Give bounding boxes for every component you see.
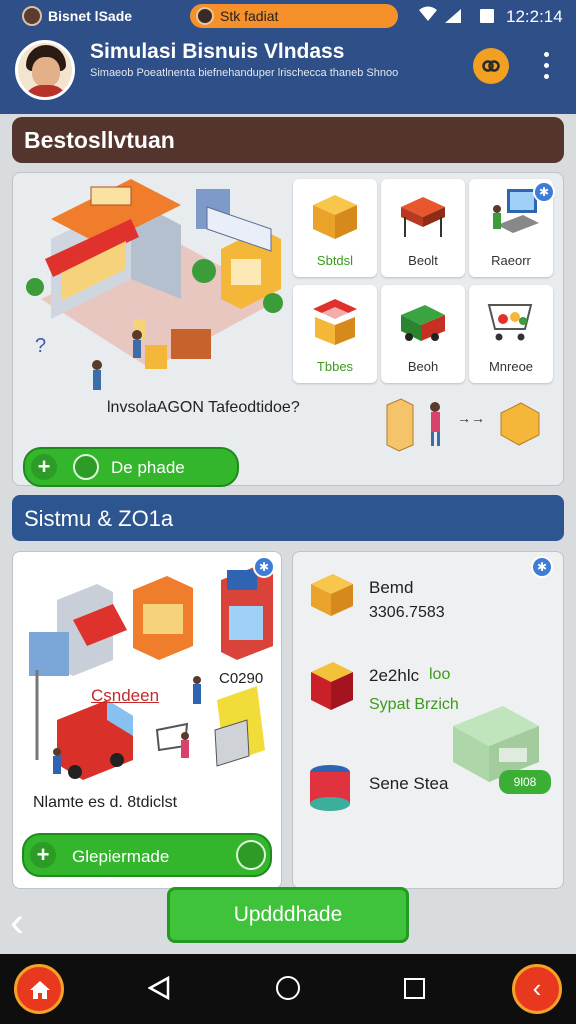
notification-pill[interactable]: Stk fadiat [190, 4, 398, 28]
app-header: Simulasi Bisnuis Vlndass Simaeob Poeatln… [0, 32, 576, 114]
link-icon [482, 60, 500, 72]
notification-avatar-icon [196, 7, 214, 25]
bluetooth-icon[interactable]: ✱ [533, 181, 555, 203]
page-subtitle: Simaeob Poeatlnenta biefnehanduper lrisc… [90, 67, 399, 79]
section-header-1: Bestosllvtuan [12, 117, 564, 163]
status-badge: 9l08 [499, 770, 551, 794]
truck-icon [401, 305, 445, 341]
market-caption: Nlamte es d. 8tdiclst [33, 794, 178, 811]
grid-label: Mnreoe [488, 359, 534, 374]
grid-label: Sbtdsl [316, 253, 354, 268]
avatar[interactable] [15, 40, 75, 100]
wifi-icon [418, 6, 438, 27]
panel-caption: lnvsolaAGON Tafeodtidoe? [107, 399, 300, 416]
grid-item-mnreoe[interactable]: Mnreoe [469, 285, 553, 383]
location-pin-icon [73, 454, 99, 480]
status-bar: Bisnet lSade Stk fadiat 12:2:14 [0, 0, 576, 32]
barrel-icon [310, 765, 350, 811]
business-panel: ? Sbtdsl Beolt Raeorr Tbbes Beoh Mnreoe … [12, 172, 564, 487]
shopping-cart-icon [487, 304, 533, 341]
help-icon[interactable]: ? [35, 335, 46, 358]
grid-item-tbbes[interactable]: Tbbes [293, 285, 377, 383]
box-icon [313, 195, 357, 239]
store-illustration [26, 179, 283, 390]
signal-icon [445, 9, 461, 23]
inventory-panel: ✱ Bemd 3306.7583 2e2hlc loo Sypat Brzich… [292, 551, 564, 889]
chevron-left-icon[interactable]: ‹ [512, 964, 562, 1014]
link-button[interactable] [473, 48, 509, 84]
bluetooth-icon[interactable]: ✱ [253, 556, 275, 578]
svg-text:→→: →→ [457, 410, 485, 426]
market-stall-icon [313, 299, 357, 345]
status-app-name: Bisnet lSade [48, 8, 133, 24]
upgrade-button[interactable]: + Glepiermade [22, 833, 272, 877]
inventory-item[interactable]: Bemd 3306.7583 [307, 570, 557, 630]
grid-item-beolt[interactable]: Beolt [381, 179, 465, 277]
grid-label: Raeorr [491, 253, 531, 268]
inventory-name: 2e2hlc [369, 666, 420, 685]
grid-label: Tbbes [316, 359, 354, 374]
section-title-1: Bestosllvtuan [24, 127, 175, 153]
check-icon [236, 840, 266, 870]
grid-item-beoh[interactable]: Beoh [381, 285, 465, 383]
grid-label: Beolt [408, 253, 438, 268]
red-crate-icon [311, 662, 353, 710]
update-button[interactable]: Updddhade [167, 887, 409, 943]
place-button[interactable]: + De phade [23, 447, 239, 487]
navigation-bar: ‹ [0, 954, 576, 1024]
page-title: Simulasi Bisnuis Vlndass [90, 40, 345, 63]
more-vertical-icon[interactable] [538, 52, 554, 82]
inventory-name-accent: loo [429, 666, 451, 683]
home-button[interactable] [14, 964, 64, 1014]
plus-icon: + [30, 842, 56, 868]
place-button-label: De phade [111, 458, 185, 477]
grid-item-sbtdsl[interactable]: Sbtdsl [293, 179, 377, 277]
grid-label: Beoh [407, 359, 439, 374]
upgrade-button-label: Glepiermade [72, 847, 170, 866]
home-icon [30, 981, 50, 999]
section-title-2: Sistmu & ZO1a [24, 506, 174, 531]
delivery-illustration: →→ [386, 398, 540, 452]
status-time: 12:2:14 [506, 7, 563, 26]
inventory-name: Bemd [369, 578, 414, 597]
notification-text: Stk fadiat [220, 8, 279, 24]
chevron-left-icon[interactable]: ‹ [10, 898, 24, 946]
crate-icon [311, 574, 353, 616]
inventory-name: Sene Stea [369, 774, 449, 793]
nav-back-icon[interactable] [148, 976, 170, 1000]
cart-table-icon [401, 197, 445, 237]
plus-icon: + [31, 454, 57, 480]
section-header-2: Sistmu & ZO1a [12, 495, 564, 541]
inventory-value: 3306.7583 [369, 604, 445, 621]
battery-icon [480, 9, 494, 23]
nav-home-icon[interactable] [276, 976, 300, 1000]
status-avatar-icon [22, 6, 42, 26]
inventory-item[interactable]: Sene Stea [307, 762, 487, 822]
market-red-label: Csndeen [91, 686, 160, 705]
market-code-label: C0290 [219, 670, 264, 687]
nav-recents-icon[interactable] [404, 978, 425, 999]
